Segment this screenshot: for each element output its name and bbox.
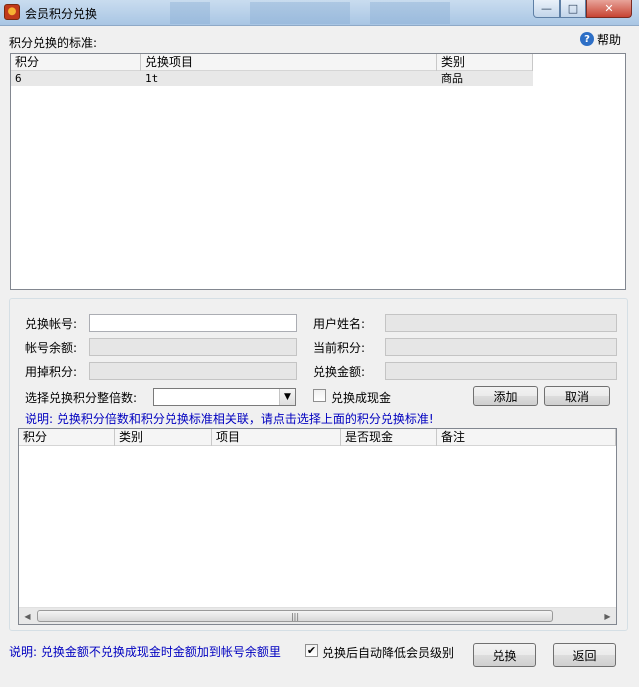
window-title: 会员积分兑换 <box>25 7 98 21</box>
cancel-button[interactable]: 取消 <box>544 386 610 406</box>
account-input[interactable] <box>90 315 296 331</box>
column-header-points[interactable]: 积分 <box>19 429 115 446</box>
exchange-list-header: 积分 类别 项目 是否现金 备注 <box>19 429 616 446</box>
multiple-select-value <box>154 390 157 404</box>
chevron-down-icon[interactable]: ▼ <box>279 389 295 405</box>
column-header-points[interactable]: 积分 <box>11 54 141 71</box>
used-points-label: 用掉积分: <box>25 365 78 379</box>
balance-field <box>89 338 297 356</box>
close-button[interactable]: ✕ <box>586 0 632 18</box>
add-button[interactable]: 添加 <box>473 386 538 406</box>
current-points-label: 当前积分: <box>313 341 366 355</box>
column-header-remark[interactable]: 备注 <box>437 429 616 446</box>
multiple-select[interactable]: ▼ <box>153 388 296 406</box>
check-mark-icon: ✔ <box>306 644 317 657</box>
amount-field <box>385 362 617 380</box>
column-header-is-cash[interactable]: 是否现金 <box>341 429 437 446</box>
column-header-category[interactable]: 类别 <box>115 429 212 446</box>
exchange-list[interactable]: 积分 类别 项目 是否现金 备注 ◀ ||| ▶ <box>18 428 617 625</box>
cell-category: 商品 <box>441 72 463 85</box>
app-icon <box>4 4 20 20</box>
help-label: 帮助 <box>597 32 622 47</box>
scroll-left-icon[interactable]: ◀ <box>19 608 36 624</box>
auto-downgrade-label[interactable]: 兑换后自动降低会员级别 <box>322 644 454 661</box>
balance-label: 帐号余额: <box>25 341 78 355</box>
title-bar[interactable]: 会员积分兑换 — □ ✕ <box>0 0 639 26</box>
column-header-item[interactable]: 项目 <box>212 429 341 446</box>
standards-list-header: 积分 兑换项目 类别 <box>11 54 533 71</box>
footer-note: 说明: 兑换金额不兑换成现金时金额加到帐号余额里 <box>9 645 281 659</box>
exchange-button[interactable]: 兑换 <box>473 643 536 667</box>
standards-list[interactable]: 积分 兑换项目 类别 6 1t 商品 <box>10 53 626 290</box>
username-field <box>385 314 617 332</box>
help-button[interactable]: ? 帮助 <box>576 28 626 50</box>
scroll-right-icon[interactable]: ▶ <box>599 608 616 624</box>
horizontal-scrollbar[interactable]: ◀ ||| ▶ <box>19 607 616 624</box>
cash-checkbox[interactable] <box>313 389 326 402</box>
question-icon: ? <box>580 32 594 46</box>
table-row[interactable]: 6 1t 商品 <box>11 71 533 86</box>
cash-label[interactable]: 兑换成现金 <box>331 389 391 406</box>
account-label: 兑换帐号: <box>25 317 78 331</box>
username-label: 用户姓名: <box>313 317 366 331</box>
used-points-field <box>89 362 297 380</box>
maximize-button[interactable]: □ <box>560 0 586 18</box>
multiple-label: 选择兑换积分整倍数: <box>25 391 138 405</box>
amount-label: 兑换金额: <box>313 365 366 379</box>
minimize-button[interactable]: — <box>533 0 560 18</box>
title-bar-background <box>130 2 530 24</box>
scrollbar-thumb[interactable]: ||| <box>37 610 553 622</box>
cell-points: 6 <box>15 72 22 85</box>
multiple-note: 说明: 兑换积分倍数和积分兑换标准相关联，请点击选择上面的积分兑换标准! <box>25 412 434 426</box>
back-button[interactable]: 返回 <box>553 643 616 667</box>
cell-item: 1t <box>145 72 159 85</box>
column-header-category[interactable]: 类别 <box>437 54 533 71</box>
auto-downgrade-checkbox[interactable]: ✔ <box>305 644 318 657</box>
standards-heading: 积分兑换的标准: <box>9 36 98 50</box>
column-header-item[interactable]: 兑换项目 <box>141 54 437 71</box>
account-input-box[interactable] <box>89 314 297 332</box>
current-points-field <box>385 338 617 356</box>
